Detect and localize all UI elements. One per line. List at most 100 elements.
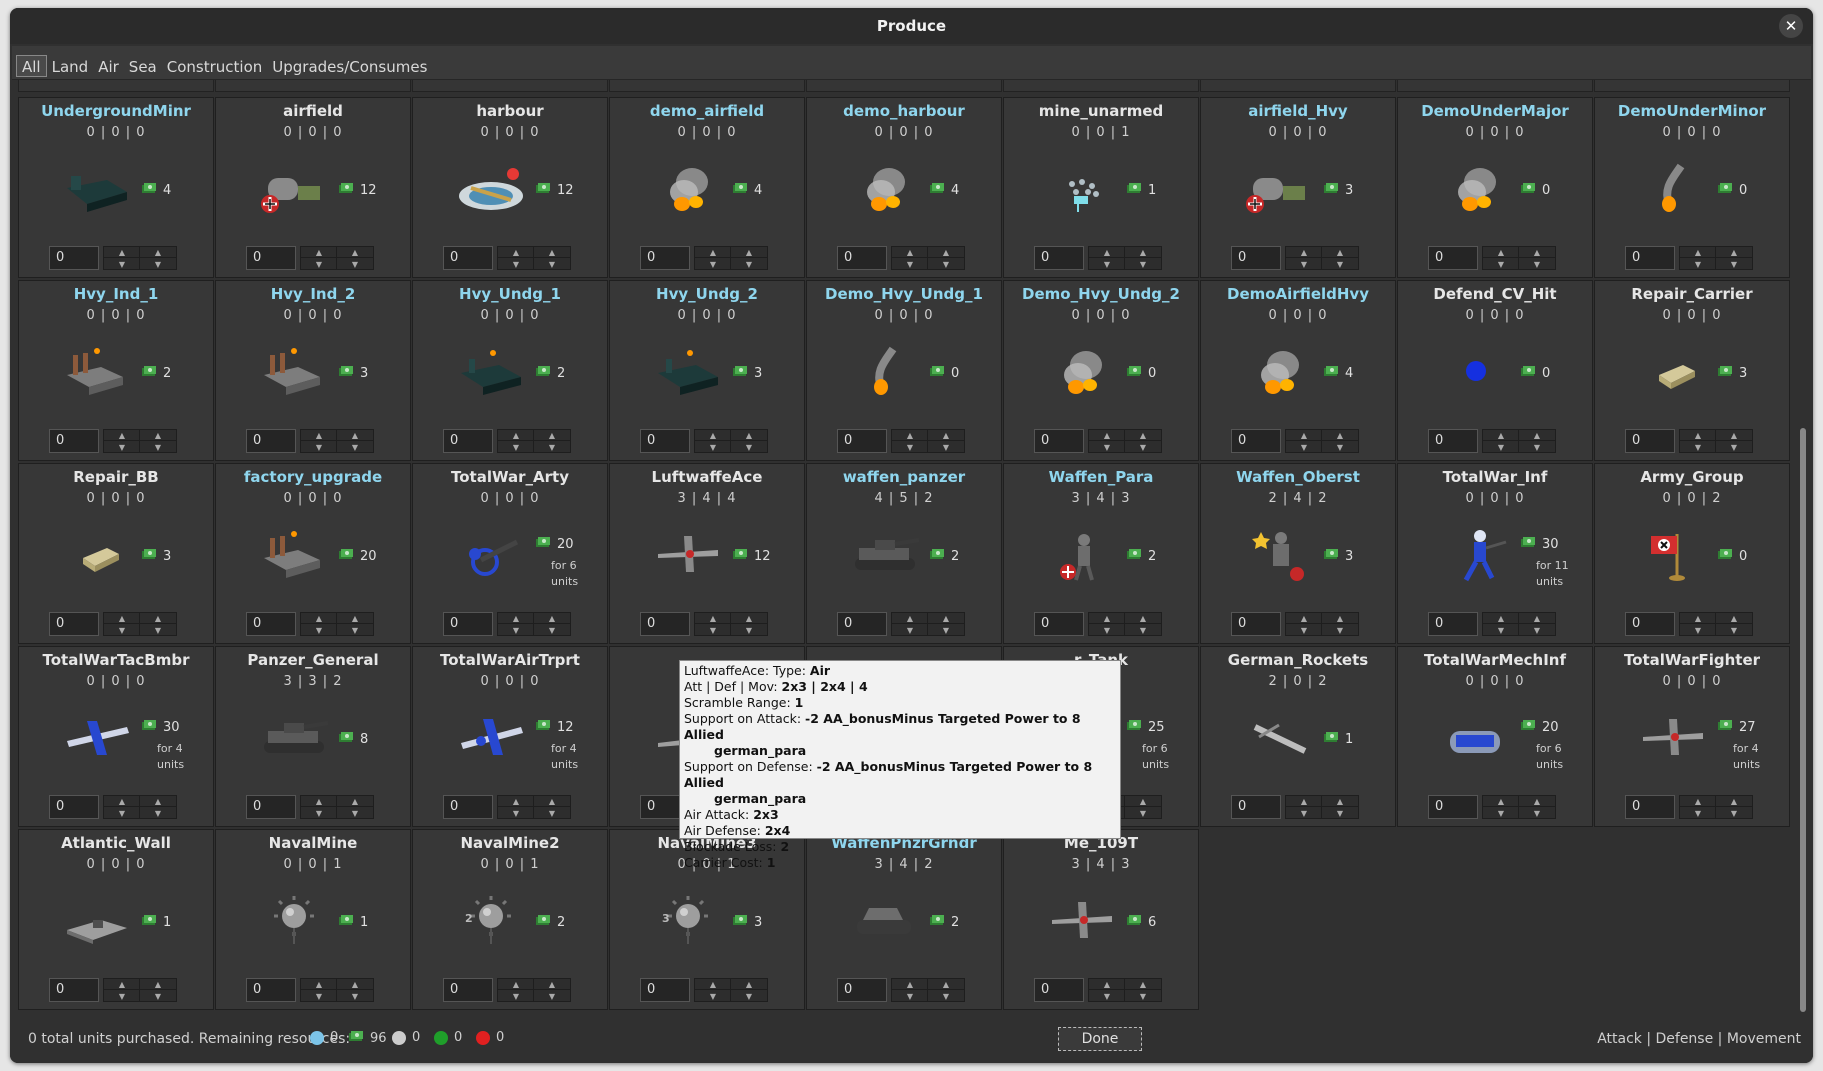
spin-up-button[interactable]: ▲ <box>731 247 767 258</box>
increment-by-ten-spinner[interactable]: ▲▼ <box>1518 612 1556 636</box>
increment-spinner[interactable]: ▲▼ <box>300 429 338 453</box>
spin-up-button[interactable]: ▲ <box>928 979 964 990</box>
spin-up-button[interactable]: ▲ <box>1089 613 1125 624</box>
quantity-field[interactable]: 0 <box>640 246 690 270</box>
quantity-field[interactable]: 0 <box>49 978 99 1002</box>
quantity-field[interactable]: 0 <box>49 246 99 270</box>
spin-up-button[interactable]: ▲ <box>731 430 767 441</box>
increment-by-ten-spinner[interactable]: ▲▼ <box>1715 612 1753 636</box>
spin-up-button[interactable]: ▲ <box>301 979 337 990</box>
spin-up-button[interactable]: ▲ <box>928 430 964 441</box>
spin-down-button[interactable]: ▼ <box>104 991 140 1002</box>
increment-spinner[interactable]: ▲▼ <box>694 978 732 1002</box>
spin-up-button[interactable]: ▲ <box>1483 247 1519 258</box>
spin-down-button[interactable]: ▼ <box>892 625 928 636</box>
spin-up-button[interactable]: ▲ <box>1519 613 1555 624</box>
spin-down-button[interactable]: ▼ <box>104 259 140 270</box>
quantity-field[interactable]: 0 <box>246 612 296 636</box>
increment-spinner[interactable]: ▲▼ <box>1088 612 1126 636</box>
spin-up-button[interactable]: ▲ <box>695 979 731 990</box>
spin-up-button[interactable]: ▲ <box>892 247 928 258</box>
increment-by-ten-spinner[interactable]: ▲▼ <box>533 612 571 636</box>
spin-down-button[interactable]: ▼ <box>892 259 928 270</box>
increment-by-ten-spinner[interactable]: ▲▼ <box>139 429 177 453</box>
spin-down-button[interactable]: ▼ <box>1322 625 1358 636</box>
spin-up-button[interactable]: ▲ <box>1680 247 1716 258</box>
spin-down-button[interactable]: ▼ <box>498 991 534 1002</box>
spin-down-button[interactable]: ▼ <box>1286 808 1322 819</box>
quantity-field[interactable]: 0 <box>1625 612 1675 636</box>
spin-down-button[interactable]: ▼ <box>1125 625 1161 636</box>
spin-down-button[interactable]: ▼ <box>140 991 176 1002</box>
spin-up-button[interactable]: ▲ <box>498 613 534 624</box>
spin-up-button[interactable]: ▲ <box>1286 430 1322 441</box>
quantity-field[interactable]: 0 <box>837 246 887 270</box>
spin-up-button[interactable]: ▲ <box>140 430 176 441</box>
spin-up-button[interactable]: ▲ <box>1716 796 1752 807</box>
increment-by-ten-spinner[interactable]: ▲▼ <box>533 429 571 453</box>
spin-down-button[interactable]: ▼ <box>1286 625 1322 636</box>
increment-spinner[interactable]: ▲▼ <box>1482 429 1520 453</box>
spin-up-button[interactable]: ▲ <box>1089 247 1125 258</box>
increment-by-ten-spinner[interactable]: ▲▼ <box>1518 795 1556 819</box>
spin-down-button[interactable]: ▼ <box>731 991 767 1002</box>
spin-up-button[interactable]: ▲ <box>1125 979 1161 990</box>
spin-down-button[interactable]: ▼ <box>1286 442 1322 453</box>
quantity-field[interactable]: 0 <box>443 978 493 1002</box>
quantity-field[interactable]: 0 <box>443 612 493 636</box>
increment-by-ten-spinner[interactable]: ▲▼ <box>1518 429 1556 453</box>
increment-by-ten-spinner[interactable]: ▲▼ <box>336 978 374 1002</box>
tab-land[interactable]: Land <box>47 56 94 78</box>
spin-up-button[interactable]: ▲ <box>104 796 140 807</box>
increment-by-ten-spinner[interactable]: ▲▼ <box>336 612 374 636</box>
increment-spinner[interactable]: ▲▼ <box>1285 246 1323 270</box>
quantity-field[interactable]: 0 <box>1428 612 1478 636</box>
spin-down-button[interactable]: ▼ <box>731 625 767 636</box>
spin-up-button[interactable]: ▲ <box>337 247 373 258</box>
spin-down-button[interactable]: ▼ <box>1089 991 1125 1002</box>
spin-down-button[interactable]: ▼ <box>140 625 176 636</box>
scrollbar-thumb[interactable] <box>1800 428 1806 1012</box>
increment-spinner[interactable]: ▲▼ <box>300 978 338 1002</box>
spin-down-button[interactable]: ▼ <box>337 625 373 636</box>
increment-spinner[interactable]: ▲▼ <box>1482 612 1520 636</box>
increment-spinner[interactable]: ▲▼ <box>694 612 732 636</box>
done-button[interactable]: Done <box>1058 1027 1142 1051</box>
spin-down-button[interactable]: ▼ <box>1483 259 1519 270</box>
spin-up-button[interactable]: ▲ <box>337 430 373 441</box>
vertical-scrollbar[interactable] <box>1797 80 1809 1014</box>
quantity-field[interactable]: 0 <box>1625 246 1675 270</box>
spin-up-button[interactable]: ▲ <box>534 247 570 258</box>
quantity-field[interactable]: 0 <box>1034 429 1084 453</box>
spin-up-button[interactable]: ▲ <box>695 247 731 258</box>
increment-spinner[interactable]: ▲▼ <box>1679 612 1717 636</box>
spin-up-button[interactable]: ▲ <box>1125 613 1161 624</box>
spin-down-button[interactable]: ▼ <box>140 442 176 453</box>
increment-spinner[interactable]: ▲▼ <box>891 978 929 1002</box>
spin-down-button[interactable]: ▼ <box>301 259 337 270</box>
spin-up-button[interactable]: ▲ <box>1125 247 1161 258</box>
spin-down-button[interactable]: ▼ <box>1322 442 1358 453</box>
spin-down-button[interactable]: ▼ <box>1716 442 1752 453</box>
spin-up-button[interactable]: ▲ <box>1483 430 1519 441</box>
spin-up-button[interactable]: ▲ <box>1089 979 1125 990</box>
tab-upgrades-consumes[interactable]: Upgrades/Consumes <box>267 56 432 78</box>
quantity-field[interactable]: 0 <box>1034 978 1084 1002</box>
increment-by-ten-spinner[interactable]: ▲▼ <box>533 978 571 1002</box>
spin-down-button[interactable]: ▼ <box>104 442 140 453</box>
spin-up-button[interactable]: ▲ <box>1322 430 1358 441</box>
increment-by-ten-spinner[interactable]: ▲▼ <box>1321 795 1359 819</box>
increment-by-ten-spinner[interactable]: ▲▼ <box>1124 795 1162 819</box>
spin-down-button[interactable]: ▼ <box>1716 625 1752 636</box>
increment-spinner[interactable]: ▲▼ <box>1679 246 1717 270</box>
increment-spinner[interactable]: ▲▼ <box>891 246 929 270</box>
spin-down-button[interactable]: ▼ <box>498 625 534 636</box>
spin-down-button[interactable]: ▼ <box>1483 625 1519 636</box>
increment-spinner[interactable]: ▲▼ <box>497 612 535 636</box>
increment-spinner[interactable]: ▲▼ <box>1482 795 1520 819</box>
spin-up-button[interactable]: ▲ <box>498 430 534 441</box>
spin-down-button[interactable]: ▼ <box>1089 442 1125 453</box>
spin-up-button[interactable]: ▲ <box>892 430 928 441</box>
spin-down-button[interactable]: ▼ <box>1519 625 1555 636</box>
quantity-field[interactable]: 0 <box>640 429 690 453</box>
